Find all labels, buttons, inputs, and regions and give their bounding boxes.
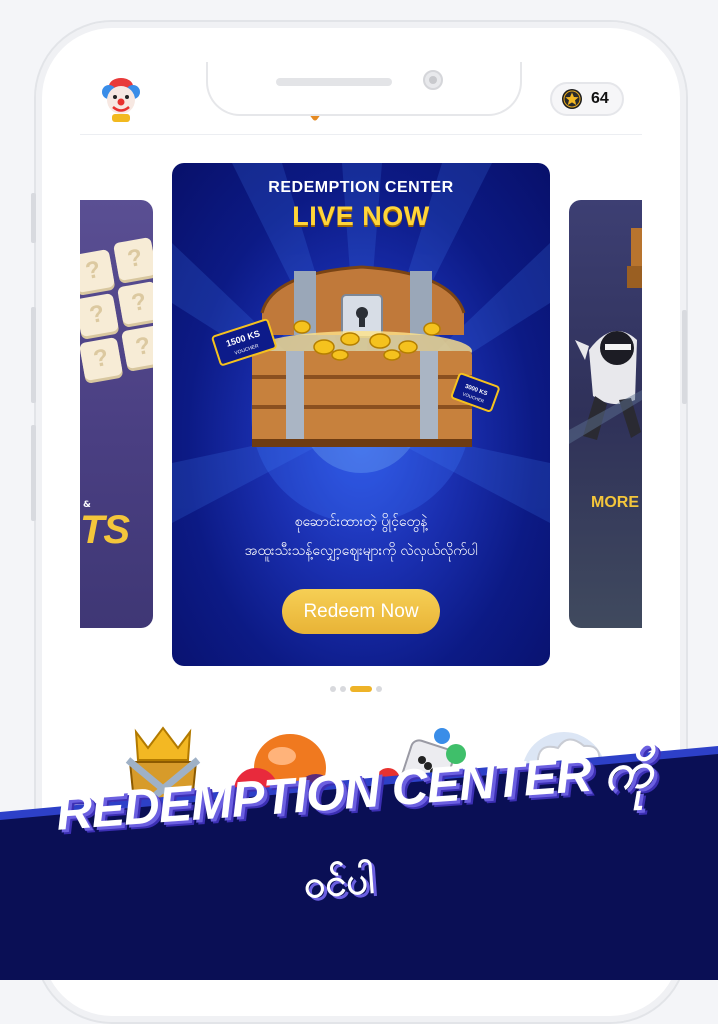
right-card-title: MORE T <box>591 494 642 511</box>
ninja-character-icon <box>569 228 642 444</box>
banner-description-line1: စုဆောင်းထားတဲ့ ပွိုင့်တွေနဲ့ <box>294 514 428 530</box>
banner-title: REDEMPTION CENTER <box>268 179 454 196</box>
question-tile: ? <box>80 292 120 338</box>
promo-headline-line2: ဝင်ပါ <box>302 857 376 907</box>
clown-avatar-icon[interactable] <box>100 76 142 122</box>
banner-live-now: LIVE NOW <box>292 201 430 231</box>
carousel-pagination <box>330 686 382 692</box>
carousel-card-previous[interactable]: ? ? ? ? ? ? <box>80 200 153 628</box>
question-tile: ? <box>116 280 153 326</box>
carousel-dot-active[interactable] <box>350 686 372 692</box>
banner-description-line2: အထူးသီးသန့်လျှော့ဈေးများကို လဲလှယ်လိုက်ပ… <box>244 543 478 559</box>
question-tile: ? <box>120 324 153 370</box>
carousel-dot[interactable] <box>340 686 346 692</box>
phone-volume-button <box>31 425 36 521</box>
redemption-banner[interactable]: REDEMPTION CENTER LIVE NOW 1500 KS VOUCH… <box>172 163 550 666</box>
header-divider <box>80 134 642 135</box>
carousel-dot[interactable] <box>376 686 382 692</box>
redeem-now-button[interactable]: Redeem Now <box>282 589 440 634</box>
treasure-chest-icon: 1500 KS VOUCHER 3000 KS VOUCHER <box>211 265 500 447</box>
phone-speaker <box>276 78 392 86</box>
phone-camera <box>423 70 443 90</box>
coin-count: 64 <box>591 90 609 107</box>
question-tile: ? <box>80 248 116 294</box>
question-tile: ? <box>80 336 124 382</box>
question-tile: ? <box>112 236 153 282</box>
carousel-card-next[interactable] <box>569 200 642 628</box>
phone-volume-button <box>31 307 36 403</box>
phone-notch <box>206 62 522 116</box>
left-card-title: TS <box>80 508 130 552</box>
coin-balance[interactable]: 64 <box>550 82 624 116</box>
phone-side-button <box>31 193 36 243</box>
carousel-dot[interactable] <box>330 686 336 692</box>
phone-power-button <box>682 310 687 404</box>
star-coin-icon <box>562 89 582 109</box>
